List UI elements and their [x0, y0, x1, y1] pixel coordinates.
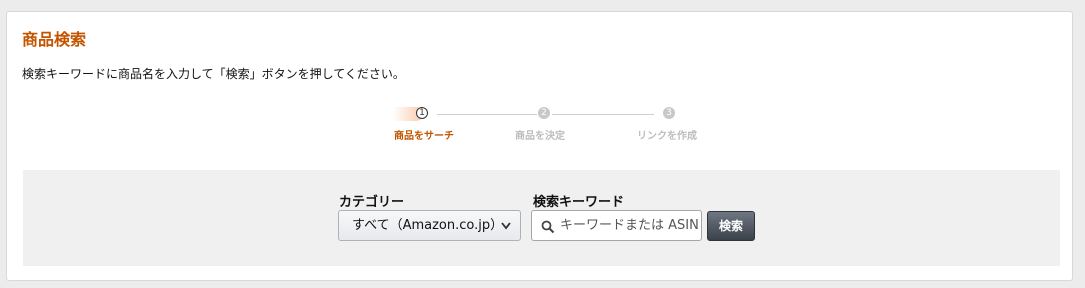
- progress-stepper: 1 2 3 商品をサーチ 商品を決定 リンクを作成: [367, 104, 727, 144]
- category-select[interactable]: すべて（Amazon.co.jp）: [338, 210, 521, 241]
- step-connector-1: [437, 114, 537, 115]
- keyword-label: 検索キーワード: [533, 195, 625, 210]
- page-title: 商品検索: [22, 30, 87, 49]
- product-search-panel: 商品検索 検索キーワードに商品名を入力して「検索」ボタンを押してください。 1 …: [6, 11, 1073, 281]
- step-2-label: 商品を決定: [515, 131, 565, 142]
- keyword-input[interactable]: [560, 211, 700, 240]
- search-icon: [541, 219, 555, 234]
- chevron-down-icon: [500, 212, 512, 251]
- category-label: カテゴリー: [339, 195, 405, 210]
- keyword-search-field[interactable]: [531, 210, 702, 241]
- step-1-marker: 1: [416, 107, 428, 119]
- step-3-label: リンクを作成: [637, 131, 697, 142]
- search-form: カテゴリー 検索キーワード すべて（Amazon.co.jp） 検索: [23, 170, 1060, 266]
- step-2-marker: 2: [538, 107, 550, 119]
- search-button[interactable]: 検索: [707, 211, 755, 241]
- instructions-text: 検索キーワードに商品名を入力して「検索」ボタンを押してください。: [22, 67, 405, 81]
- step-connector-2: [552, 114, 654, 115]
- category-selected-value: すべて（Amazon.co.jp）: [352, 218, 504, 233]
- step-1-label: 商品をサーチ: [394, 131, 454, 142]
- step-3-marker: 3: [663, 107, 675, 119]
